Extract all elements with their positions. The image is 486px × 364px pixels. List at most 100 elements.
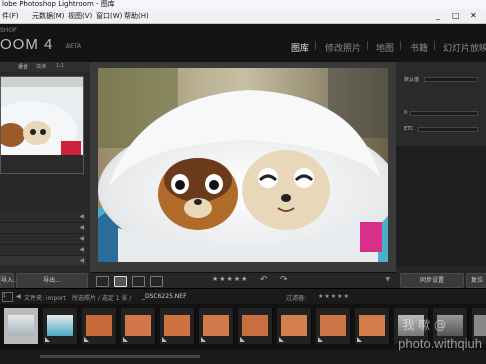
main-photo[interactable] bbox=[98, 68, 398, 262]
filmstrip-thumbnail[interactable] bbox=[4, 308, 39, 344]
navigator-fit[interactable]: 适合 bbox=[18, 63, 28, 70]
menu-bar: 件(F) 元数据(M) 视图(V) 窗口(W) 帮助(H) _ □ ✕ bbox=[0, 9, 486, 24]
filename-label: _DSC6225.NEF bbox=[142, 293, 187, 300]
rotate-right-icon[interactable]: ↷ bbox=[280, 275, 288, 285]
preset-dropdown[interactable] bbox=[424, 77, 478, 82]
badge-icon bbox=[84, 337, 89, 342]
panel-row[interactable]: ◀ bbox=[0, 256, 86, 267]
module-separator: | bbox=[433, 41, 437, 51]
toolbar-menu-icon[interactable]: ▼ bbox=[385, 276, 390, 283]
menu-help[interactable]: 帮助(H) bbox=[124, 9, 149, 23]
view-toolbar: ★★★★★ ↶ ↷ ▼ bbox=[90, 272, 396, 289]
close-button[interactable]: ✕ bbox=[470, 9, 477, 23]
thumbnail-image bbox=[474, 315, 486, 336]
navigator-photo bbox=[1, 77, 83, 173]
menu-metadata[interactable]: 元数据(M) bbox=[32, 9, 65, 23]
beta-label: BETA bbox=[66, 43, 82, 50]
app-small-label: SHOP bbox=[0, 27, 17, 34]
badge-icon bbox=[162, 337, 167, 342]
filmstrip-thumbnail[interactable] bbox=[199, 308, 234, 344]
filmstrip-thumbnail[interactable] bbox=[355, 308, 390, 344]
filmstrip-thumbnail[interactable] bbox=[82, 308, 117, 344]
export-button[interactable]: 导出... bbox=[16, 273, 88, 289]
panel-row[interactable]: ◀ bbox=[0, 234, 86, 245]
minimize-button[interactable]: _ bbox=[436, 9, 440, 23]
module-library[interactable]: 图库 bbox=[291, 41, 309, 54]
panel-row[interactable]: ◀ bbox=[0, 245, 86, 256]
window-title-bar: lobe Photoshop Lightroom - 图库 bbox=[0, 0, 486, 9]
etc-slider[interactable] bbox=[418, 127, 478, 132]
thumbnail-image bbox=[203, 315, 229, 336]
panel-row[interactable]: ◀ bbox=[0, 223, 86, 234]
filter-stars[interactable]: ★★★★★ bbox=[318, 293, 350, 300]
import-button[interactable]: 导入... bbox=[0, 273, 19, 289]
grid-view-icon[interactable] bbox=[96, 276, 109, 287]
rotate-left-icon[interactable]: ↶ bbox=[260, 275, 268, 285]
navigator-1to1[interactable]: 1:1 bbox=[56, 63, 64, 69]
loupe-view-icon[interactable] bbox=[114, 276, 127, 287]
expand-triangle-icon: ◀ bbox=[79, 213, 84, 220]
module-book[interactable]: 书籍 bbox=[410, 41, 428, 54]
identity-header: SHOP OOM 4 BETA 图库 | 修改照片 | 地图 | 书籍 | 幻灯… bbox=[0, 24, 486, 62]
quick-develop-panel: 默认值 0 ETC bbox=[396, 62, 486, 146]
expand-triangle-icon: ◀ bbox=[79, 224, 84, 231]
navigator-fill[interactable]: 填满 bbox=[36, 63, 46, 70]
filmstrip-thumbnail[interactable] bbox=[121, 308, 156, 344]
preset-label: 默认值 bbox=[404, 77, 420, 83]
thumbnail-image bbox=[164, 315, 190, 336]
left-panel: 适合 填满 1:1 ◀ ◀ ◀ ◀ ◀ 导入... 导出... bbox=[0, 62, 90, 289]
selection-info: 所选照片 / 选定 1 张 / bbox=[72, 295, 132, 302]
filmstrip-thumbnail[interactable] bbox=[160, 308, 195, 344]
survey-view-icon[interactable] bbox=[150, 276, 163, 287]
thumbnail-image bbox=[359, 315, 385, 336]
nav-back-arrow-icon[interactable]: ◀ bbox=[16, 293, 21, 300]
reset-button[interactable]: 复位 bbox=[466, 273, 486, 288]
filter-label: 过滤器: bbox=[286, 295, 307, 302]
module-separator: | bbox=[314, 41, 318, 51]
filmstrip-thumbnail[interactable] bbox=[238, 308, 273, 344]
thumbnail-image bbox=[86, 315, 112, 336]
filmstrip-thumbnail[interactable] bbox=[316, 308, 351, 344]
thumbnail-image bbox=[242, 315, 268, 336]
loupe-view bbox=[90, 62, 398, 272]
thumbnail-image bbox=[125, 315, 151, 336]
photo-image bbox=[98, 68, 398, 262]
module-slideshow[interactable]: 幻灯片放映 bbox=[443, 41, 486, 54]
navigator-header: 适合 填满 1:1 bbox=[0, 62, 90, 72]
filmstrip-header: 1 2 ◀ 文件夹: import 所选照片 / 选定 1 张 / _DSC62… bbox=[0, 288, 486, 305]
menu-file[interactable]: 件(F) bbox=[2, 9, 19, 23]
expand-triangle-icon: ◀ bbox=[79, 246, 84, 253]
filmstrip-thumbnail[interactable] bbox=[277, 308, 312, 344]
module-develop[interactable]: 修改照片 bbox=[325, 41, 361, 54]
maximize-button[interactable]: □ bbox=[452, 9, 460, 23]
folder-path[interactable]: 文件夹: import bbox=[24, 293, 66, 302]
right-panel: 默认值 0 ETC 同步设置 复位 bbox=[396, 62, 486, 288]
value-slider[interactable] bbox=[410, 111, 478, 116]
badge-icon bbox=[45, 337, 50, 342]
page-1-label: 1 bbox=[3, 293, 7, 299]
module-map[interactable]: 地图 bbox=[376, 41, 394, 54]
module-separator: | bbox=[366, 41, 370, 51]
expand-triangle-icon: ◀ bbox=[79, 235, 84, 242]
expand-triangle-icon: ◀ bbox=[79, 257, 84, 264]
metadata-panel bbox=[396, 146, 486, 266]
badge-icon bbox=[123, 337, 128, 342]
thumbnail-image bbox=[47, 315, 73, 336]
menu-window[interactable]: 窗口(W) bbox=[96, 9, 122, 23]
menu-view[interactable]: 视图(V) bbox=[68, 9, 92, 23]
value-label: 0 bbox=[404, 110, 408, 116]
filmstrip-thumbnail[interactable] bbox=[43, 308, 78, 344]
badge-icon bbox=[240, 337, 245, 342]
scrollbar-thumb[interactable] bbox=[40, 355, 200, 358]
badge-icon bbox=[357, 337, 362, 342]
rating-stars[interactable]: ★★★★★ bbox=[212, 275, 248, 283]
badge-icon bbox=[279, 337, 284, 342]
navigator-preview[interactable] bbox=[0, 76, 84, 174]
sync-settings-button[interactable]: 同步设置 bbox=[400, 273, 464, 288]
app-logo: OOM 4 bbox=[0, 36, 54, 53]
filmstrip-scrollbar[interactable] bbox=[0, 350, 486, 364]
panel-row[interactable]: ◀ bbox=[0, 212, 86, 223]
compare-view-icon[interactable] bbox=[132, 276, 145, 287]
watermark-url: photo.withqiuh bbox=[398, 336, 482, 351]
thumbnail-image bbox=[281, 315, 307, 336]
